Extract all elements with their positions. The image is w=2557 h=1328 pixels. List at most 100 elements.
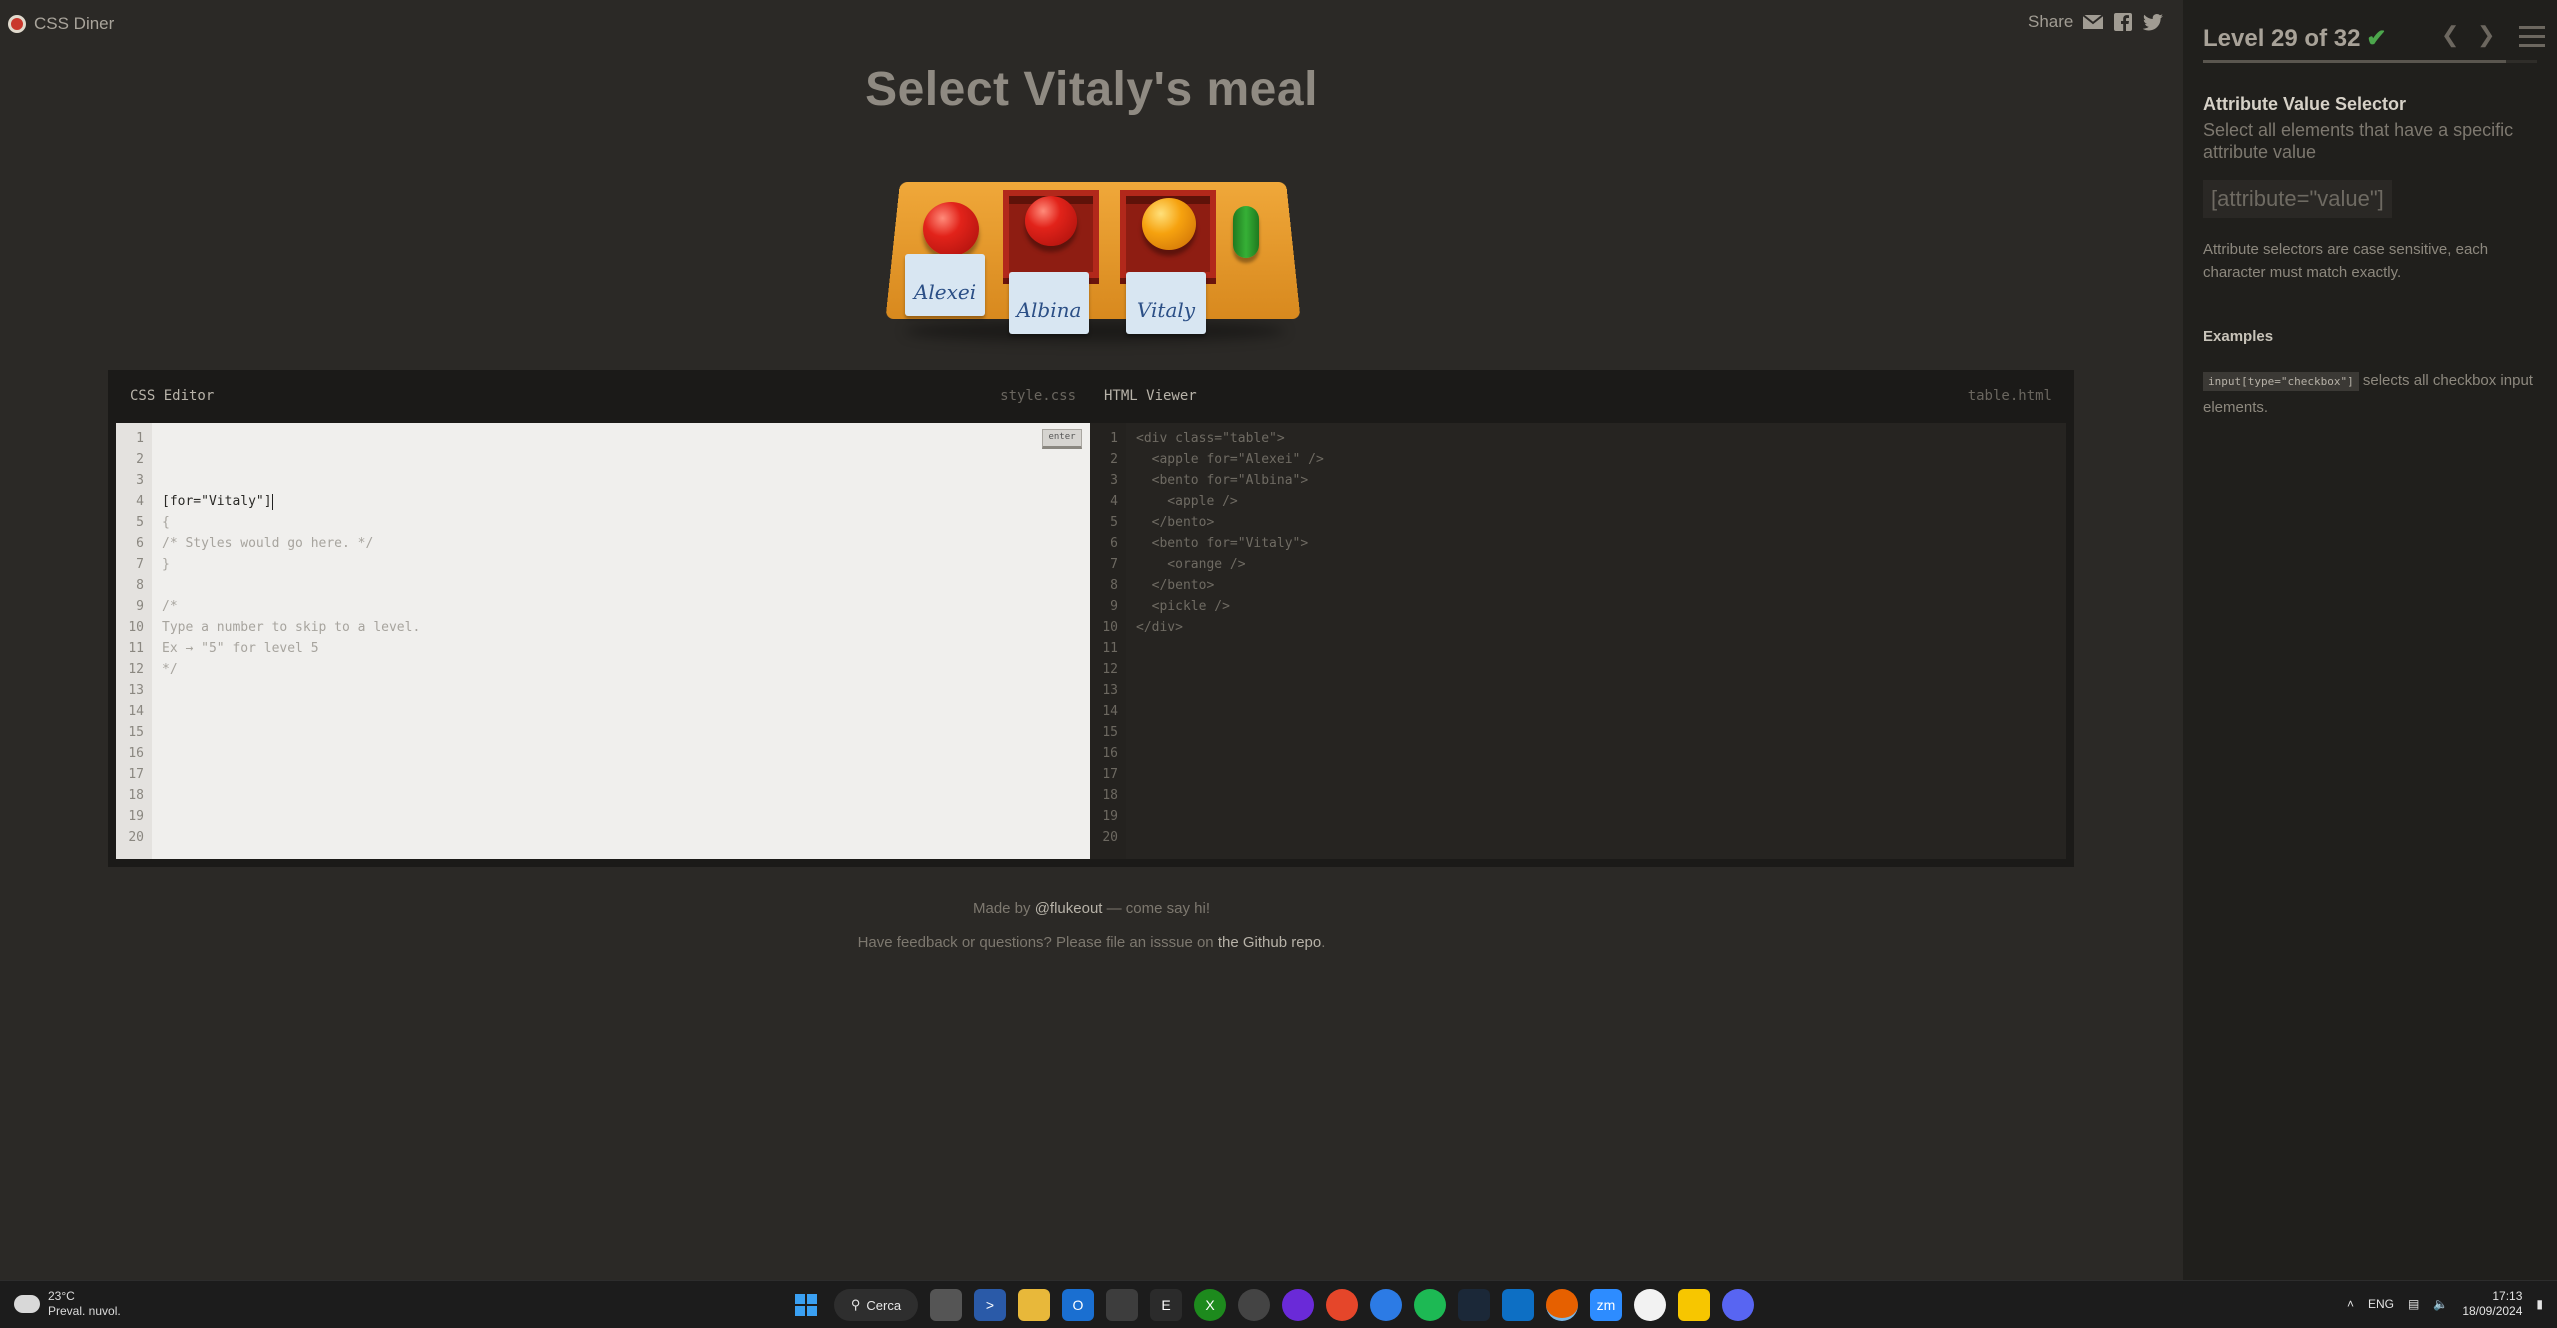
chrome-icon[interactable] bbox=[1634, 1289, 1666, 1321]
origin-icon[interactable] bbox=[1326, 1289, 1358, 1321]
weather-temp: 23°C bbox=[48, 1289, 75, 1303]
code-line: </bento> bbox=[1136, 578, 1215, 593]
line-number: 15 bbox=[128, 725, 144, 740]
css-code-area[interactable]: 1 2 3 4 5 6 7 8 9 10 11 12 13 14 15 16 17 18 19 20 enter [f… bbox=[116, 423, 1090, 859]
line-number: 19 bbox=[1102, 809, 1118, 824]
clock-date: 18/09/2024 bbox=[2462, 1304, 2523, 1318]
text-caret bbox=[271, 493, 273, 510]
line-number: 3 bbox=[1110, 473, 1118, 488]
chevron-up-icon[interactable]: ˄ bbox=[2347, 1297, 2354, 1311]
tag-alexei: Alexei bbox=[905, 254, 985, 316]
twitter-icon[interactable] bbox=[2143, 13, 2164, 31]
notification-icon[interactable]: ▮ bbox=[2536, 1297, 2543, 1311]
line-number: 5 bbox=[136, 515, 144, 530]
enter-button[interactable]: enter bbox=[1042, 429, 1082, 449]
line-number: 4 bbox=[1110, 494, 1118, 509]
line-number: 16 bbox=[1102, 746, 1118, 761]
line-number: 16 bbox=[128, 746, 144, 761]
apple-in-bento[interactable] bbox=[1025, 196, 1077, 246]
next-level-icon[interactable]: ❯ bbox=[2477, 22, 2495, 48]
footer-feedback-suffix: . bbox=[1321, 934, 1326, 951]
vscode-icon[interactable] bbox=[1502, 1289, 1534, 1321]
clock-time: 17:13 bbox=[2492, 1289, 2523, 1303]
level-sidebar: Level 29 of 32 ✔ ❮ ❯ Attribute Value Sele… bbox=[2183, 0, 2557, 1280]
footer-credit-suffix: — come say hi! bbox=[1102, 900, 1210, 917]
previous-level-icon[interactable]: ❮ bbox=[2441, 22, 2459, 48]
weather-icon bbox=[14, 1289, 40, 1313]
line-number: 7 bbox=[1110, 557, 1118, 572]
epic-games-icon[interactable]: E bbox=[1150, 1289, 1182, 1321]
line-number: 12 bbox=[1102, 662, 1118, 677]
language-indicator[interactable]: ENG bbox=[2368, 1297, 2394, 1311]
code-line: Ex → "5" for level 5 bbox=[162, 641, 319, 656]
system-tray: ˄ ENG ▤ 🔈 17:13 18/09/2024 ▮ bbox=[2347, 1289, 2543, 1319]
clock[interactable]: 17:13 18/09/2024 bbox=[2462, 1289, 2522, 1319]
weather-widget[interactable]: 23°C Preval. nuvol. bbox=[14, 1289, 121, 1319]
search-label: Cerca bbox=[866, 1297, 902, 1313]
footer-feedback: Have feedback or questions? Please file … bbox=[0, 934, 2183, 951]
volume-icon[interactable]: 🔈 bbox=[2433, 1297, 2448, 1311]
line-number: 17 bbox=[128, 767, 144, 782]
sticky-notes-icon[interactable] bbox=[1678, 1289, 1710, 1321]
steam-icon[interactable] bbox=[1458, 1289, 1490, 1321]
level-progress-bar bbox=[2203, 60, 2537, 63]
app-icon-purple[interactable] bbox=[1282, 1289, 1314, 1321]
facebook-icon[interactable] bbox=[2113, 13, 2133, 31]
powershell-icon[interactable]: > bbox=[974, 1289, 1006, 1321]
share-label: Share bbox=[2028, 12, 2074, 31]
author-link[interactable]: @flukeout bbox=[1035, 900, 1103, 917]
store-icon[interactable] bbox=[1106, 1289, 1138, 1321]
github-link[interactable]: the Github repo bbox=[1218, 934, 1321, 951]
file-explorer-icon[interactable] bbox=[1018, 1289, 1050, 1321]
spotify-icon[interactable] bbox=[1414, 1289, 1446, 1321]
menu-icon[interactable] bbox=[2519, 26, 2545, 48]
taskbar-search[interactable]: ⚲ Cerca bbox=[834, 1289, 918, 1321]
taskbar: 23°C Preval. nuvol. ⚲ Cerca > O E X zm ˄ E… bbox=[0, 1280, 2557, 1328]
line-number: 13 bbox=[128, 683, 144, 698]
network-icon[interactable]: ▤ bbox=[2408, 1297, 2419, 1311]
line-number: 5 bbox=[1110, 515, 1118, 530]
firefox-icon[interactable] bbox=[1546, 1289, 1578, 1321]
html-code-area: 1 2 3 4 5 6 7 8 9 10 11 12 13 14 15 16 17 18 19 20 <div cla… bbox=[1090, 423, 2066, 859]
line-number: 20 bbox=[1102, 830, 1118, 845]
line-number: 2 bbox=[136, 452, 144, 467]
orange-in-bento[interactable] bbox=[1142, 198, 1196, 250]
obs-icon[interactable] bbox=[1238, 1289, 1270, 1321]
line-number: 20 bbox=[128, 830, 144, 845]
css-editor-header: CSS Editor style.css bbox=[116, 378, 1090, 414]
code-line: <bento for="Albina"> bbox=[1136, 473, 1309, 488]
html-markup[interactable]: <div class="table"> <apple for="Alexei" … bbox=[1126, 423, 2066, 859]
email-icon[interactable] bbox=[2083, 13, 2104, 31]
html-viewer-header: HTML Viewer table.html bbox=[1090, 378, 2066, 414]
apple-alexei[interactable] bbox=[923, 202, 979, 256]
outlook-icon[interactable]: O bbox=[1062, 1289, 1094, 1321]
html-file-name: table.html bbox=[1967, 388, 2052, 404]
xbox-icon[interactable]: X bbox=[1194, 1289, 1226, 1321]
examples-title: Examples bbox=[2203, 328, 2274, 345]
selector-title: Select all elements that have a specific… bbox=[2203, 120, 2514, 162]
discord-icon[interactable] bbox=[1722, 1289, 1754, 1321]
css-input[interactable]: enter [for="Vitaly"] {/* Styles would go … bbox=[152, 423, 1090, 859]
editor-panel: CSS Editor style.css 1 2 3 4 5 6 7 8 9 10 11 12 13 14… bbox=[108, 370, 2074, 867]
code-line: [for="Vitaly"] bbox=[162, 493, 273, 510]
line-number: 19 bbox=[128, 809, 144, 824]
app-title: CSS Diner bbox=[34, 14, 115, 33]
code-line: <div class="table"> bbox=[1136, 431, 1285, 446]
line-number: 18 bbox=[128, 788, 144, 803]
pickle[interactable] bbox=[1233, 206, 1259, 258]
line-number: 10 bbox=[128, 620, 144, 635]
task-view-icon[interactable] bbox=[930, 1289, 962, 1321]
app-icon-blue[interactable] bbox=[1370, 1289, 1402, 1321]
line-number: 14 bbox=[1102, 704, 1118, 719]
app-logo[interactable]: CSS Diner bbox=[8, 14, 114, 34]
html-line-numbers: 1 2 3 4 5 6 7 8 9 10 11 12 13 14 15 16 17 18 19 20 bbox=[1090, 423, 1126, 859]
zoom-icon[interactable]: zm bbox=[1590, 1289, 1622, 1321]
start-icon[interactable] bbox=[790, 1289, 822, 1321]
